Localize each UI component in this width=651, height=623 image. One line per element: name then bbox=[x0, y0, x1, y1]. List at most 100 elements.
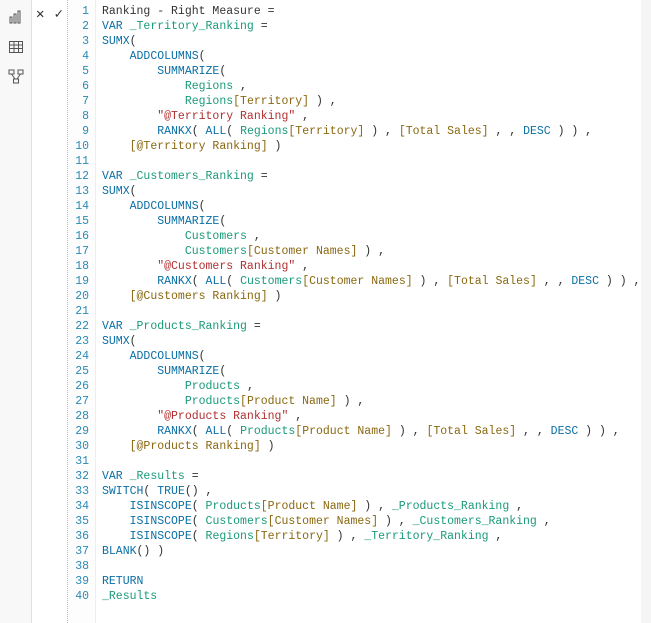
token-punct: ( bbox=[199, 200, 206, 213]
code-line[interactable]: ADDCOLUMNS( bbox=[102, 49, 645, 64]
code-line[interactable]: Regions , bbox=[102, 79, 645, 94]
line-number: 4 bbox=[68, 49, 89, 64]
code-line[interactable] bbox=[102, 454, 645, 469]
token-punct: ( bbox=[199, 50, 206, 63]
code-line[interactable]: SUMMARIZE( bbox=[102, 364, 645, 379]
token-func: SUMX bbox=[102, 185, 130, 198]
token-func: SUMMARIZE bbox=[157, 215, 219, 228]
token-plain: , , bbox=[489, 125, 524, 138]
code-line[interactable]: RANKX( ALL( Products[Product Name] ) , [… bbox=[102, 424, 645, 439]
token-col: [Customer Names] bbox=[302, 275, 412, 288]
token-plain bbox=[102, 530, 130, 543]
token-plain: ) , bbox=[413, 275, 448, 288]
code-line[interactable]: [@Customers Ranking] ) bbox=[102, 289, 645, 304]
token-plain bbox=[102, 440, 130, 453]
token-func: SUMMARIZE bbox=[157, 65, 219, 78]
code-line[interactable]: "@Customers Ranking" , bbox=[102, 259, 645, 274]
token-func: SUMMARIZE bbox=[157, 365, 219, 378]
token-punct: ( bbox=[192, 425, 206, 438]
token-plain: , bbox=[233, 80, 247, 93]
code-line[interactable]: ADDCOLUMNS( bbox=[102, 349, 645, 364]
cancel-button[interactable]: ✕ bbox=[34, 6, 47, 22]
model-icon[interactable] bbox=[7, 68, 25, 86]
code-line[interactable]: VAR _Customers_Ranking = bbox=[102, 169, 645, 184]
token-punct: ( bbox=[130, 35, 137, 48]
line-number: 12 bbox=[68, 169, 89, 184]
token-col: [Total Sales] bbox=[399, 125, 489, 138]
token-func: RANKX bbox=[157, 125, 192, 138]
code-line[interactable]: Products , bbox=[102, 379, 645, 394]
line-number: 25 bbox=[68, 364, 89, 379]
code-line[interactable]: "@Products Ranking" , bbox=[102, 409, 645, 424]
line-number: 35 bbox=[68, 514, 89, 529]
code-line[interactable]: SUMMARIZE( bbox=[102, 64, 645, 79]
token-punct: ( bbox=[192, 125, 206, 138]
code-line[interactable]: BLANK() ) bbox=[102, 544, 645, 559]
token-col: [Customer Names] bbox=[268, 515, 378, 528]
token-kw: VAR bbox=[102, 470, 130, 483]
token-func: ALL bbox=[206, 275, 227, 288]
token-plain: , bbox=[489, 530, 503, 543]
code-line[interactable]: Customers , bbox=[102, 229, 645, 244]
line-number: 20 bbox=[68, 289, 89, 304]
code-line[interactable]: VAR _Products_Ranking = bbox=[102, 319, 645, 334]
token-ident: Regions bbox=[240, 125, 288, 138]
token-col: [Product Name] bbox=[240, 395, 337, 408]
code-line[interactable]: ADDCOLUMNS( bbox=[102, 199, 645, 214]
token-func: SUMX bbox=[102, 35, 130, 48]
code-line[interactable]: Ranking - Right Measure = bbox=[102, 4, 645, 19]
line-number: 37 bbox=[68, 544, 89, 559]
code-line[interactable]: ISINSCOPE( Products[Product Name] ) , _P… bbox=[102, 499, 645, 514]
code-line[interactable]: ISINSCOPE( Regions[Territory] ) , _Terri… bbox=[102, 529, 645, 544]
code-line[interactable]: RANKX( ALL( Regions[Territory] ) , [Tota… bbox=[102, 124, 645, 139]
line-number: 30 bbox=[68, 439, 89, 454]
code-line[interactable]: ISINSCOPE( Customers[Customer Names] ) ,… bbox=[102, 514, 645, 529]
code-line[interactable]: SUMX( bbox=[102, 334, 645, 349]
token-func: ISINSCOPE bbox=[130, 515, 192, 528]
line-number: 3 bbox=[68, 34, 89, 49]
token-ident: Products bbox=[240, 425, 295, 438]
line-number: 10 bbox=[68, 139, 89, 154]
dax-editor[interactable]: 1234567891011121314151617181920212223242… bbox=[68, 0, 651, 623]
code-line[interactable]: SWITCH( TRUE() , bbox=[102, 484, 645, 499]
token-plain: ) , bbox=[378, 515, 413, 528]
token-col: [Territory] bbox=[288, 125, 364, 138]
token-plain: ) , bbox=[309, 95, 337, 108]
token-func: ALL bbox=[206, 125, 227, 138]
code-line[interactable]: [@Products Ranking] ) bbox=[102, 439, 645, 454]
code-line[interactable]: SUMX( bbox=[102, 34, 645, 49]
code-line[interactable]: RETURN bbox=[102, 574, 645, 589]
line-number: 29 bbox=[68, 424, 89, 439]
code-line[interactable]: SUMMARIZE( bbox=[102, 214, 645, 229]
code-line[interactable] bbox=[102, 559, 645, 574]
token-plain: , bbox=[537, 515, 551, 528]
code-line[interactable]: [@Territory Ranking] ) bbox=[102, 139, 645, 154]
line-gutter: 1234567891011121314151617181920212223242… bbox=[68, 0, 96, 623]
commit-button[interactable]: ✓ bbox=[53, 6, 66, 22]
token-col: [Total Sales] bbox=[447, 275, 537, 288]
code-line[interactable]: SUMX( bbox=[102, 184, 645, 199]
code-line[interactable]: VAR _Results = bbox=[102, 469, 645, 484]
code-line[interactable]: Customers[Customer Names] ) , bbox=[102, 244, 645, 259]
code-line[interactable] bbox=[102, 304, 645, 319]
token-func: ADDCOLUMNS bbox=[130, 350, 199, 363]
line-number: 14 bbox=[68, 199, 89, 214]
token-plain bbox=[102, 110, 157, 123]
code-line[interactable]: "@Territory Ranking" , bbox=[102, 109, 645, 124]
vertical-scrollbar[interactable] bbox=[641, 0, 651, 623]
line-number: 22 bbox=[68, 319, 89, 334]
token-plain bbox=[102, 215, 157, 228]
code-line[interactable]: VAR _Territory_Ranking = bbox=[102, 19, 645, 34]
token-func: ADDCOLUMNS bbox=[130, 50, 199, 63]
code-area[interactable]: Ranking - Right Measure =VAR _Territory_… bbox=[96, 0, 651, 623]
code-line[interactable] bbox=[102, 154, 645, 169]
code-line[interactable]: RANKX( ALL( Customers[Customer Names] ) … bbox=[102, 274, 645, 289]
code-line[interactable]: Regions[Territory] ) , bbox=[102, 94, 645, 109]
chart-icon[interactable] bbox=[7, 8, 25, 26]
code-line[interactable]: Products[Product Name] ) , bbox=[102, 394, 645, 409]
line-number: 6 bbox=[68, 79, 89, 94]
table-icon[interactable] bbox=[7, 38, 25, 56]
code-line[interactable]: _Results bbox=[102, 589, 645, 604]
token-ident: Customers bbox=[206, 515, 268, 528]
token-func: SUMX bbox=[102, 335, 130, 348]
